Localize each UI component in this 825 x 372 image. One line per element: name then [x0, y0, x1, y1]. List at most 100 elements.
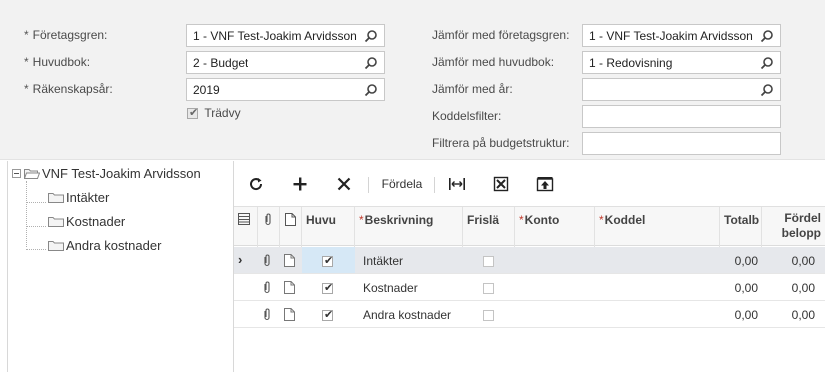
treeview-checkbox[interactable]: ✔	[187, 107, 198, 120]
total-cell[interactable]: 0,00	[720, 274, 762, 300]
tree-connector	[26, 226, 46, 227]
free-checkbox-cell[interactable]	[463, 247, 515, 273]
node-checkbox[interactable]: ✔	[322, 309, 333, 322]
row-attachment[interactable]	[258, 247, 280, 273]
table-row[interactable]: › ✔ Intäkter 0,00 0,00	[234, 247, 825, 274]
ledger-field[interactable]: 2 - Budget	[186, 51, 385, 74]
budget-structure-filter-field[interactable]	[582, 132, 781, 155]
column-settings-icon	[238, 213, 250, 225]
upload-button[interactable]	[534, 169, 556, 199]
node-checkbox-cell[interactable]: ✔	[302, 274, 355, 300]
search-icon[interactable]	[364, 29, 378, 43]
row-indicator: ›	[238, 252, 243, 267]
row-attachment[interactable]	[258, 301, 280, 327]
node-checkbox-cell[interactable]: ✔	[302, 301, 355, 327]
fiscal-year-field[interactable]: 2019	[186, 78, 385, 101]
fiscal-year-label: * Räkenskapsår:	[24, 82, 113, 96]
column-settings-header[interactable]	[234, 207, 258, 247]
company-field[interactable]: 1 - VNF Test-Joakim Arvidsson	[186, 24, 385, 47]
folder-icon	[48, 217, 64, 227]
tree-node-costs[interactable]: Kostnader	[48, 214, 125, 229]
total-cell[interactable]: 0,00	[720, 247, 762, 273]
budget-tree: VNF Test-Joakim Arvidsson Intäkter Kostn…	[7, 161, 234, 372]
paperclip-icon	[264, 308, 270, 321]
paperclip-icon	[264, 281, 270, 294]
distributed-cell[interactable]: 0,00	[762, 301, 819, 327]
subaccount-filter-field[interactable]	[582, 105, 781, 128]
row-indicator	[234, 274, 258, 300]
row-attachment[interactable]	[258, 274, 280, 300]
search-icon[interactable]	[364, 56, 378, 70]
search-icon[interactable]	[760, 56, 774, 70]
excel-icon	[493, 176, 509, 192]
column-header-subaccount[interactable]: *Koddel	[595, 207, 720, 247]
account-cell[interactable]	[515, 247, 595, 273]
description-cell[interactable]: Kostnader	[355, 274, 463, 300]
add-button[interactable]	[288, 169, 312, 199]
account-cell[interactable]	[515, 274, 595, 300]
column-header-total[interactable]: Totalb	[720, 207, 762, 247]
grid-header: Huvu *Beskrivning Frislä *Konto *Koddel …	[234, 206, 825, 247]
export-excel-button[interactable]	[490, 169, 512, 199]
table-row[interactable]: ✔ Kostnader 0,00 0,00	[234, 274, 825, 301]
account-cell[interactable]	[515, 301, 595, 327]
distribute-button[interactable]: Fördela	[376, 169, 428, 199]
collapse-icon[interactable]	[12, 169, 21, 178]
subaccount-cell[interactable]	[595, 301, 720, 327]
free-checkbox-cell[interactable]	[463, 274, 515, 300]
compare-year-field[interactable]	[582, 78, 781, 101]
search-icon[interactable]	[364, 83, 378, 97]
treeview-toggle[interactable]: ✔ Trädvy	[187, 106, 241, 120]
close-icon	[337, 177, 351, 191]
compare-ledger-field[interactable]: 1 - Redovisning	[582, 51, 781, 74]
column-header-node[interactable]: Huvu	[302, 207, 355, 247]
node-checkbox-cell[interactable]: ✔	[302, 247, 355, 273]
subaccount-cell[interactable]	[595, 274, 720, 300]
free-checkbox[interactable]	[483, 310, 494, 322]
row-note[interactable]	[280, 301, 302, 327]
table-row[interactable]: ✔ Andra kostnader 0,00 0,00	[234, 301, 825, 328]
note-icon	[284, 254, 295, 267]
compare-company-label: Jämför med företagsgren:	[432, 28, 570, 42]
description-cell[interactable]: Andra kostnader	[355, 301, 463, 327]
refresh-button[interactable]	[244, 169, 268, 199]
folder-icon	[48, 241, 64, 251]
refresh-icon	[250, 178, 263, 191]
tree-node-other-costs[interactable]: Andra kostnader	[48, 238, 161, 253]
paperclip-icon	[265, 213, 271, 226]
node-checkbox[interactable]: ✔	[322, 255, 333, 268]
search-icon[interactable]	[760, 83, 774, 97]
note-icon	[284, 308, 295, 321]
folder-open-icon	[24, 169, 40, 179]
distributed-cell[interactable]: 0,00	[762, 247, 819, 273]
free-checkbox[interactable]	[483, 256, 494, 268]
total-cell[interactable]: 0,00	[720, 301, 762, 327]
row-note[interactable]	[280, 247, 302, 273]
tree-root-node[interactable]: VNF Test-Joakim Arvidsson	[12, 166, 201, 181]
row-note[interactable]	[280, 274, 302, 300]
column-header-description[interactable]: *Beskrivning	[355, 207, 463, 247]
distributed-cell[interactable]: 0,00	[762, 274, 819, 300]
node-checkbox[interactable]: ✔	[322, 282, 333, 295]
compare-company-field[interactable]: 1 - VNF Test-Joakim Arvidsson	[582, 24, 781, 47]
column-header-distributed[interactable]: Fördel belopp	[762, 207, 825, 247]
column-header-free[interactable]: Frislä	[463, 207, 515, 247]
note-icon	[285, 213, 296, 226]
ledger-label: * Huvudbok:	[24, 55, 91, 69]
description-cell[interactable]: Intäkter	[355, 247, 463, 273]
tree-connector	[26, 181, 27, 247]
search-icon[interactable]	[760, 29, 774, 43]
attachment-header	[258, 207, 280, 247]
column-header-account[interactable]: *Konto	[515, 207, 595, 247]
free-checkbox[interactable]	[483, 283, 494, 295]
tree-connector	[26, 202, 46, 203]
toolbar-divider	[368, 177, 369, 193]
subaccount-filter-label: Koddelsfilter:	[432, 109, 502, 123]
delete-button[interactable]	[332, 169, 356, 199]
fit-columns-button[interactable]	[446, 169, 468, 199]
free-checkbox-cell[interactable]	[463, 301, 515, 327]
upload-icon	[536, 177, 554, 192]
tree-connector	[26, 249, 46, 250]
subaccount-cell[interactable]	[595, 247, 720, 273]
tree-node-income[interactable]: Intäkter	[48, 190, 109, 205]
